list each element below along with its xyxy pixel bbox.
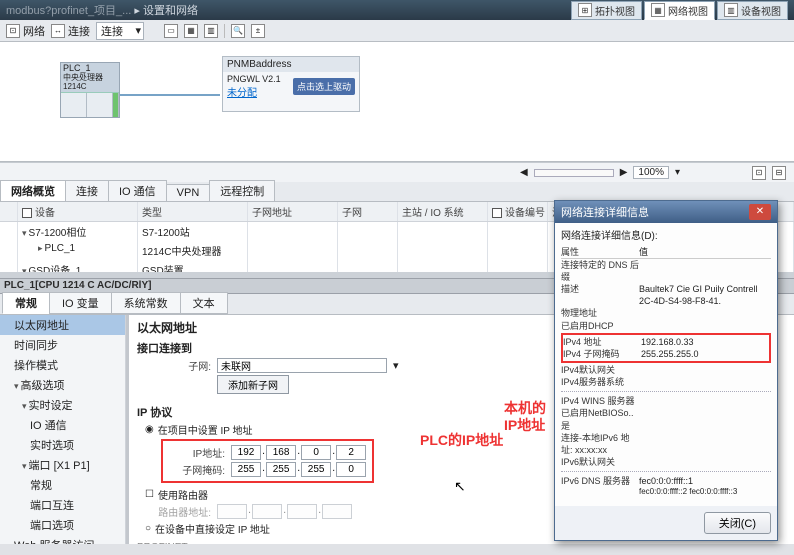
zoom-bar: ◀ ▶ 100% ▾ ⊡ ⊟ [0,162,794,182]
canvas-tool-1[interactable]: ⊡ [752,166,766,180]
router-label: 路由器地址: [155,504,211,519]
device-col-icon [22,208,32,218]
io-device-title: PNMBaddress [223,57,359,72]
radio-icon: ◉ [145,424,154,435]
subnet-select[interactable] [217,358,387,373]
io-device-sub: PNGWL V2.1 [227,74,281,84]
conn-button[interactable]: ↔连接 [51,23,90,39]
window-titlebar: modbus?profinet_项目_... ▸ 设置和网络 ⊞拓扑视图 ▦网络… [0,0,794,20]
plc-sub: 中央处理器1214C [63,74,117,92]
assign-link[interactable]: 未分配 [227,88,257,99]
ip-fields-highlight: IP地址: ... 子网掩码: ... [161,439,374,483]
zoom-value[interactable]: 100% [633,166,669,179]
dialog-close-button[interactable]: ✕ [749,204,771,220]
profinet-label: PROFINET [137,542,786,544]
chevron-down-icon: ▾ [135,24,141,37]
network-link-line [120,94,220,96]
dialog-title: 网络连接详细信息 [561,204,649,220]
subnet-label: 子网: [155,358,211,373]
nav-port-general[interactable]: 常规 [0,475,125,495]
network-details-dialog: 网络连接详细信息 ✕ 网络连接详细信息(D): 属性值 连接特定的 DNS 后缀… [554,200,778,541]
nav-eth-addr[interactable]: 以太网地址 [0,315,125,335]
dialog-close-btn[interactable]: 关闭(C) [704,512,771,534]
network-icon: ▦ [651,3,665,17]
mask-input[interactable]: ... [231,462,366,477]
net-button[interactable]: ⊡网络 [6,23,45,39]
tab-net-overview[interactable]: 网络概览 [0,180,66,201]
zoom-dropdown-icon[interactable]: ▾ [675,167,680,178]
nav-rt-opt[interactable]: 实时选项 [0,435,125,455]
tab-remote[interactable]: 远程控制 [209,180,275,201]
mask-label: 子网掩码: [169,462,225,477]
tool-icon-2[interactable]: ▦ [184,24,198,38]
ip-input[interactable]: ... [231,445,366,460]
main-toolbar: ⊡网络 ↔连接 连接▾ ▭ ▦ ▥ 🔍 ± [0,20,794,42]
zoom-slider[interactable] [534,169,614,177]
annotation-plc-ip: PLC的IP地址 [420,430,503,450]
proptab-general[interactable]: 常规 [2,292,50,314]
tab-io-comm[interactable]: IO 通信 [108,180,167,201]
view-tab-topology[interactable]: ⊞拓扑视图 [571,1,642,20]
nav-webserver[interactable]: Web 服务器访问 [0,535,125,544]
nav-time-sync[interactable]: 时间同步 [0,335,125,355]
radio-icon: ○ [145,523,151,534]
scroll-left-icon[interactable]: ◀ [520,167,528,178]
proptab-text[interactable]: 文本 [180,292,228,314]
canvas-tool-2[interactable]: ⊟ [772,166,786,180]
annotation-host-ip: 本机的IP地址 [504,400,546,434]
add-subnet-button[interactable]: 添加新子网 [217,375,289,394]
tab-vpn[interactable]: VPN [166,184,211,201]
proptab-sysconst[interactable]: 系统常数 [111,292,181,314]
nav-op-mode[interactable]: 操作模式 [0,355,125,375]
nav-port[interactable]: 端口 [X1 P1] [0,455,125,475]
net-icon: ⊡ [6,24,20,38]
tool-icon-1[interactable]: ▭ [164,24,178,38]
conn-icon: ↔ [51,24,65,38]
nav-advanced[interactable]: 高级选项 [0,375,125,395]
io-device-badge[interactable]: 点击选上驱动 [293,78,355,95]
view-tab-device[interactable]: ▥设备视图 [717,1,788,20]
dialog-subtitle: 网络连接详细信息(D): [561,227,771,242]
tool-icon-3[interactable]: ▥ [204,24,218,38]
tab-connections[interactable]: 连接 [65,180,109,201]
property-sidenav: 以太网地址 时间同步 操作模式 高级选项 实时设定 IO 通信 实时选项 端口 … [0,315,126,544]
view-tab-network[interactable]: ▦网络视图 [644,1,715,20]
topology-icon: ⊞ [578,3,592,17]
tool-icon-5[interactable]: ± [251,24,265,38]
nav-port-opt[interactable]: 端口选项 [0,515,125,535]
io-device-group[interactable]: PNMBaddress PNGWL V2.1 未分配 点击选上驱动 [222,56,360,112]
window-title: modbus?profinet_项目_... ▸ 设置和网络 [6,2,198,18]
host-ip-highlight: IPv4 地址192.168.0.33 IPv4 子网掩码255.255.255… [561,333,771,363]
nav-port-interconn[interactable]: 端口互连 [0,495,125,515]
scroll-right-icon[interactable]: ▶ [620,167,628,178]
network-canvas[interactable]: PLC_1中央处理器1214C PNMBaddress PNGWL V2.1 未… [0,42,794,162]
device-icon: ▥ [724,3,738,17]
ip-label: IP地址: [169,445,225,460]
tool-icon-4[interactable]: 🔍 [231,24,245,38]
plc-device-box[interactable]: PLC_1中央处理器1214C [60,62,120,118]
checkbox-icon: ☐ [145,489,154,500]
conn-dropdown[interactable]: 连接▾ [96,22,144,40]
chevron-down-icon[interactable]: ▾ [393,359,399,372]
nav-iocomm[interactable]: IO 通信 [0,415,125,435]
nav-realtime[interactable]: 实时设定 [0,395,125,415]
proptab-iotags[interactable]: IO 变量 [49,292,112,314]
devno-col-icon [492,208,502,218]
